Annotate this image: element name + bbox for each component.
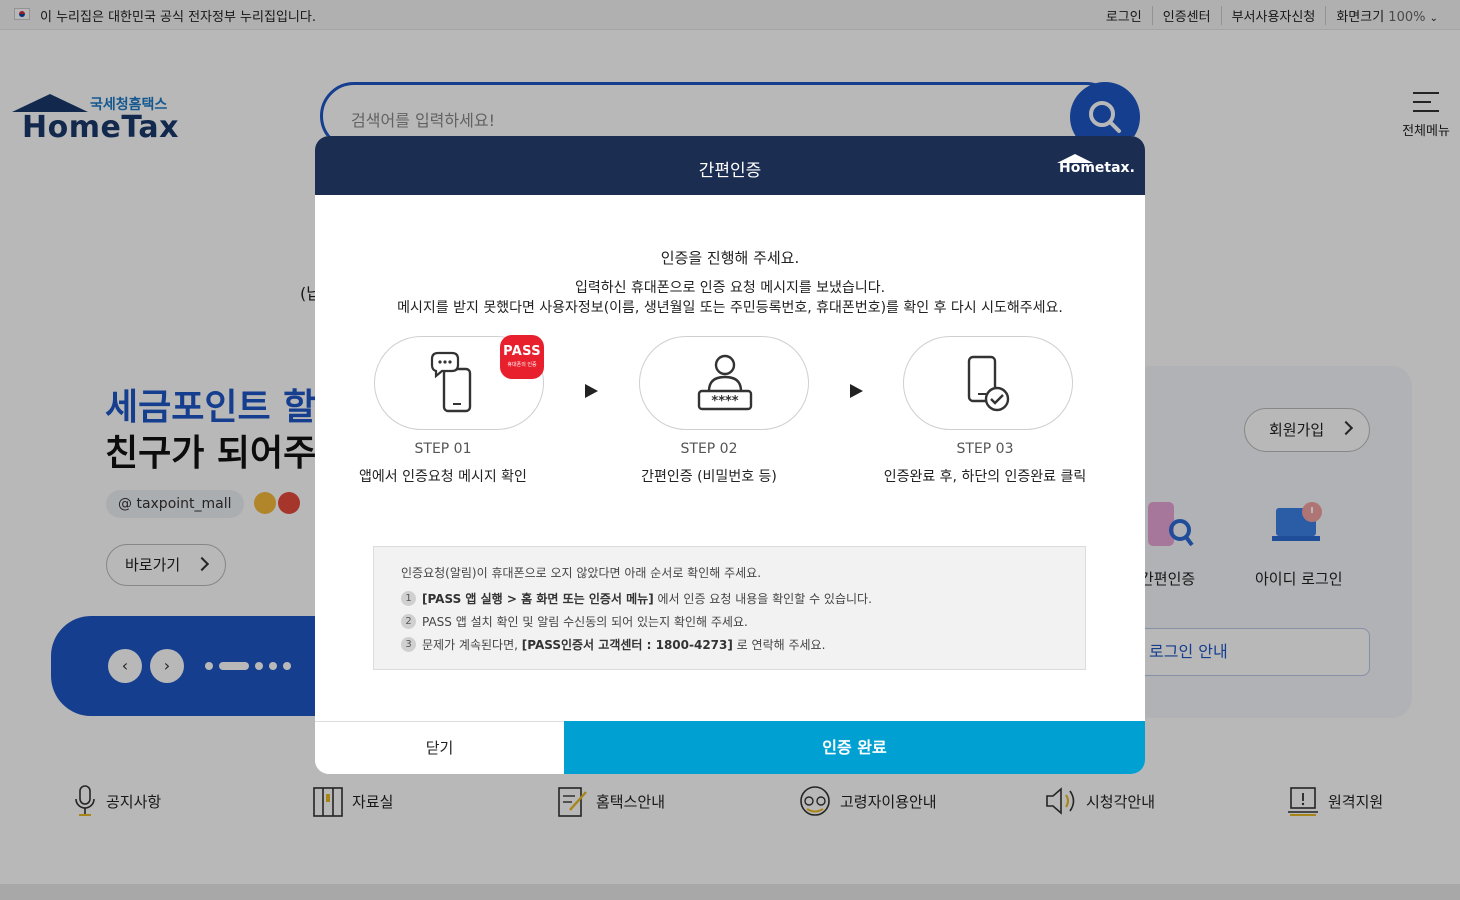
step2-card: **** [639,336,809,430]
simple-auth-modal: 간편인증 Hometax. 인증을 진행해 주세요. 입력하신 휴대폰으로 인증… [315,136,1145,774]
pass-app-badge: PASS 휴대폰의 인증 [500,335,544,379]
notice-rest: 에서 인증 요청 내용을 확인할 수 있습니다. [653,592,872,606]
notice-number: 1 [401,591,416,606]
notice-item: 3 문제가 계속된다면, [PASS인증서 고객센터 : 1800-4273] … [401,636,825,653]
notice-text: [PASS 앱 실행 > 홈 화면 또는 인증서 메뉴] 에서 인증 요청 내용… [422,590,872,607]
auth-message-line1: 입력하신 휴대폰으로 인증 요청 메시지를 보냈습니다. [574,280,886,296]
notice-emphasis: [PASS인증서 고객센터 : 1800-4273] [521,638,733,652]
step3-card [903,336,1073,430]
step3-description: 인증완료 후, 하단의 인증완료 클릭 [883,469,1087,485]
notice-rest: 로 연락해 주세요. [732,638,826,652]
modal-logo-text: Hometax. [1059,160,1135,176]
phone-chat-icon [430,351,472,413]
notice-emphasis: [PASS 앱 실행 > 홈 화면 또는 인증서 메뉴] [422,592,654,606]
notice-box: 인증요청(알림)이 휴대폰으로 오지 않았다면 아래 순서로 확인해 주세요. … [373,546,1086,670]
notice-text: 문제가 계속된다면, [PASS인증서 고객센터 : 1800-4273] 로 … [422,636,825,653]
hometax-modal-logo: Hometax. [1055,154,1135,180]
svg-text:****: **** [711,394,738,409]
step-arrow-icon [585,384,598,398]
step1-description: 앱에서 인증요청 메시지 확인 [359,469,527,485]
modal-header: 간편인증 Hometax. [315,136,1145,195]
notice-title: 인증요청(알림)이 휴대폰으로 오지 않았다면 아래 순서로 확인해 주세요. [401,566,762,580]
close-button[interactable]: 닫기 [315,721,564,774]
step3-number: STEP 03 [956,441,1014,457]
password-user-icon: **** [697,354,753,411]
auth-instruction: 인증을 진행해 주세요. [660,249,800,267]
notice-item: 2 PASS 앱 설치 확인 및 알림 수신동의 되어 있는지 확인해 주세요. [401,613,748,630]
phone-check-icon [967,355,1010,412]
notice-text: PASS 앱 설치 확인 및 알림 수신동의 되어 있는지 확인해 주세요. [422,615,748,629]
auth-message-line2: 메시지를 받지 못했다면 사용자정보(이름, 생년월일 또는 주민등록번호, 휴… [397,300,1063,316]
notice-number: 3 [401,637,416,652]
notice-item: 1 [PASS 앱 실행 > 홈 화면 또는 인증서 메뉴] 에서 인증 요청 … [401,590,872,607]
auth-complete-button[interactable]: 인증 완료 [564,721,1145,774]
notice-number: 2 [401,614,416,629]
step-arrow-icon [850,384,863,398]
step2-description: 간편인증 (비밀번호 등) [641,469,777,485]
step2-number: STEP 02 [680,441,738,457]
pass-badge-sub: 휴대폰의 인증 [507,362,537,368]
pass-badge-label: PASS [503,344,541,359]
step1-number: STEP 01 [414,441,472,457]
notice-pre: 문제가 계속된다면, [422,638,522,652]
modal-title: 간편인증 [698,161,762,181]
